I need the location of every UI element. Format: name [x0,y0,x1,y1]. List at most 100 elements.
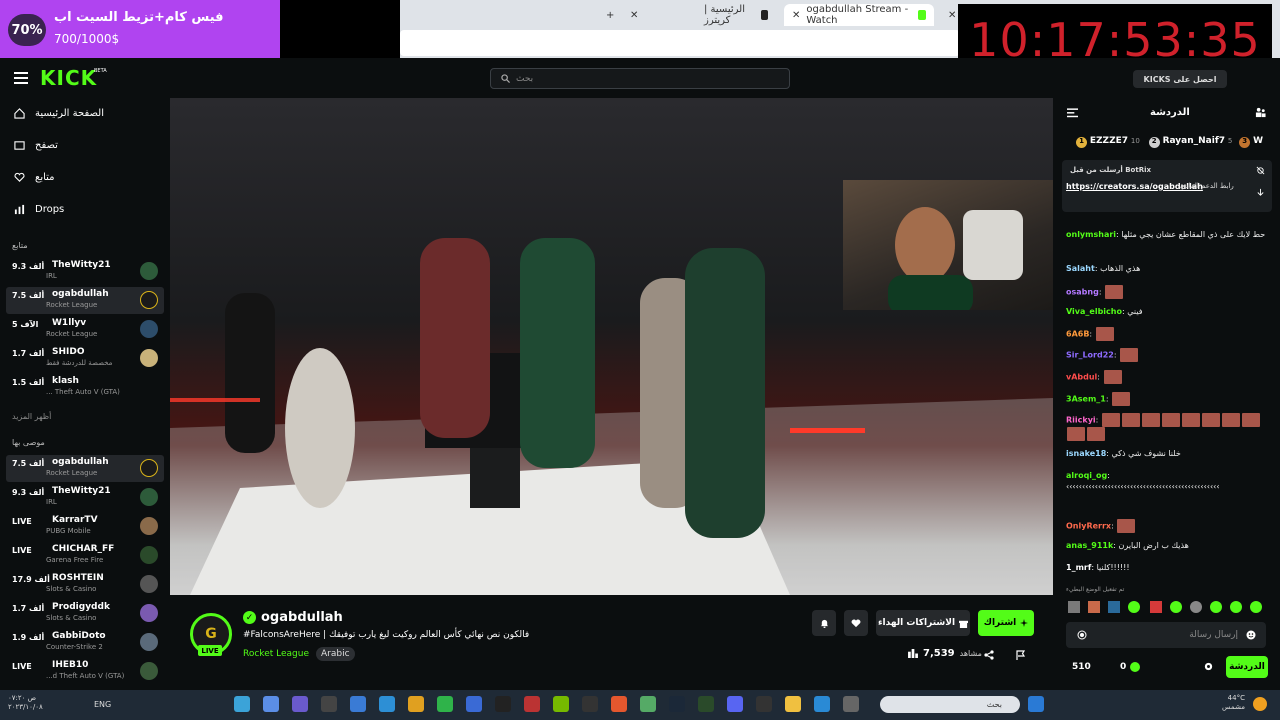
app-icon[interactable] [698,696,714,712]
channel-row[interactable]: 7.5 ألف ogabdullah Rocket League [6,455,164,482]
channel-row[interactable]: 1.7 ألف SHIDO مخصصة للدردشة فقط [6,345,164,372]
chat-username[interactable]: alroqi_og [1066,471,1107,480]
app-icon[interactable] [524,696,540,712]
app-icon[interactable] [582,696,598,712]
chat-username[interactable]: Riickyi [1066,416,1096,425]
menu-icon[interactable] [14,72,28,84]
channel-category: IRL [46,498,57,506]
emoji-icon[interactable] [1246,630,1256,640]
subscribe-button[interactable]: اشتراك [978,610,1034,636]
show-more-link[interactable]: أظهر المزيد [12,412,51,421]
channel-row[interactable]: 5 الآف W1llyv Rocket League [6,316,164,343]
chat-users-icon[interactable] [1255,107,1266,118]
category-link[interactable]: Rocket League [243,649,309,659]
chat-username[interactable]: OnlyRerrx [1066,522,1111,531]
gift-subs-button[interactable]: الاشتراكات الهداء [876,610,970,636]
edge-icon[interactable] [814,696,830,712]
windows-start-icon[interactable] [1028,696,1044,712]
folder-icon[interactable] [785,696,801,712]
channel-row[interactable]: LIVE KarrarTV PUBG Mobile [6,513,164,540]
kick-logo[interactable]: KICK [40,66,97,90]
nav-drops[interactable]: Drops [14,204,64,215]
streamer-name[interactable]: ogabdullah [261,610,343,625]
report-icon[interactable] [1016,650,1026,660]
app-icon[interactable] [379,696,395,712]
brave-icon[interactable] [611,696,627,712]
channel-name: SHIDO [52,347,85,357]
app-icon[interactable] [321,696,337,712]
share-icon[interactable] [984,650,994,660]
channel-row[interactable]: 9.3 ألف TheWitty21 IRL [6,258,164,285]
channel-row[interactable]: LIVE IHEB10 ...d Theft Auto V (GTA) [6,658,164,685]
chat-username[interactable]: vAbdul [1066,373,1097,382]
steam-icon[interactable] [669,696,685,712]
chat-username[interactable]: osabng [1066,288,1099,297]
chat-username[interactable]: 1_mrf [1066,563,1091,572]
tab-stream[interactable]: ✕ ogabdullah Stream - Watch [784,4,934,26]
chat-text: هذيك ب ارض البايرن [1118,541,1189,550]
app-icon[interactable] [553,696,569,712]
app-icon[interactable] [843,696,859,712]
new-tab-button[interactable]: + [598,4,622,26]
app-icon[interactable] [756,696,772,712]
video-player[interactable] [170,98,1053,595]
taskbar-search[interactable]: بحث [880,696,1020,713]
avatar [140,378,158,396]
channel-row[interactable]: 7.5 ألف ogabdullah Rocket League [6,287,164,314]
emote-icon [1087,427,1105,441]
language-tag[interactable]: Arabic [316,647,355,661]
chat-username[interactable]: Viva_elbicho [1066,307,1122,316]
chat-username[interactable]: onlymshari [1066,230,1116,239]
expand-icon[interactable] [1256,188,1265,197]
nav-home[interactable]: الصفحة الرئيسية [14,108,104,119]
slow-mode-notice: تم تفعيل الوضع البطيء [1066,586,1125,593]
chat-text: ‹‹‹‹‹‹‹‹‹‹‹‹‹‹‹‹‹‹‹‹‹‹‹‹‹‹‹‹‹‹‹‹‹‹‹‹‹‹‹‹… [1066,482,1220,491]
chat-username[interactable]: 3Asem_1 [1066,395,1106,404]
chat-message: osabng: [1066,285,1266,299]
input-language[interactable]: ENG [94,700,111,709]
notifications-button[interactable] [812,610,836,636]
chat-username[interactable]: 6A6B [1066,330,1089,339]
channel-row[interactable]: 1.5 ألف klash ... Theft Auto V (GTA) [6,374,164,401]
settings-icon[interactable] [1203,661,1214,672]
app-icon[interactable] [234,696,250,712]
tab-close-1[interactable]: ✕ [622,4,646,26]
channel-row[interactable]: 1.7 ألف Prodigyddk Slots & Casino [6,600,164,627]
app-icon[interactable] [466,696,482,712]
pinned-message[interactable]: أرسلت من قبل BotRix https://creators.sa/… [1062,160,1272,212]
get-kicks-button[interactable]: KICKS احصل على [1133,70,1227,88]
nav-label: الصفحة الرئيسية [35,108,104,119]
tab-kick-home[interactable]: الرئيسية | كريترز [696,4,776,26]
chat-text: حط لايك على ذي المقاطع عشان يجي مثلها [1121,230,1266,239]
nav-browse[interactable]: تصفح [14,140,58,151]
unpin-icon[interactable] [1256,166,1265,175]
browse-icon [14,140,25,151]
chat-input[interactable]: إرسال رسالة [1066,622,1266,648]
discord-icon[interactable] [727,696,743,712]
app-icon[interactable] [640,696,656,712]
channel-row[interactable]: 1.9 ألف GabbiDoto Counter-Strike 2 [6,629,164,656]
channel-row[interactable]: 9.3 ألف TheWitty21 IRL [6,484,164,511]
app-icon[interactable] [408,696,424,712]
collapse-chat-icon[interactable] [1067,108,1078,118]
whatsapp-icon[interactable] [437,696,453,712]
address-bar[interactable] [400,30,960,56]
nav-following[interactable]: متابع [14,172,55,183]
chat-username[interactable]: isnake18 [1066,449,1106,458]
follow-button[interactable] [844,610,868,636]
channel-row[interactable]: LIVE CHICHAR_FF Garena Free Fire [6,542,164,569]
channel-row[interactable]: 17.9 ألف ROSHTEIN Slots & Casino [6,571,164,598]
chat-username[interactable]: Salaht [1066,264,1095,273]
app-icon[interactable] [495,696,511,712]
chat-username[interactable]: Sir_Lord22 [1066,351,1114,360]
close-icon[interactable]: ✕ [792,10,800,21]
app-icon[interactable] [263,696,279,712]
search-input[interactable]: بحث [490,68,790,89]
leader-score: 10 [1130,137,1140,145]
record-icon[interactable] [1077,630,1087,640]
app-icon[interactable] [292,696,308,712]
chat-send-button[interactable]: الدردشة [1226,656,1268,678]
weather-widget[interactable]: 44°C مشمس [1222,694,1245,712]
chat-username[interactable]: anas_911k [1066,541,1113,550]
app-icon[interactable] [350,696,366,712]
